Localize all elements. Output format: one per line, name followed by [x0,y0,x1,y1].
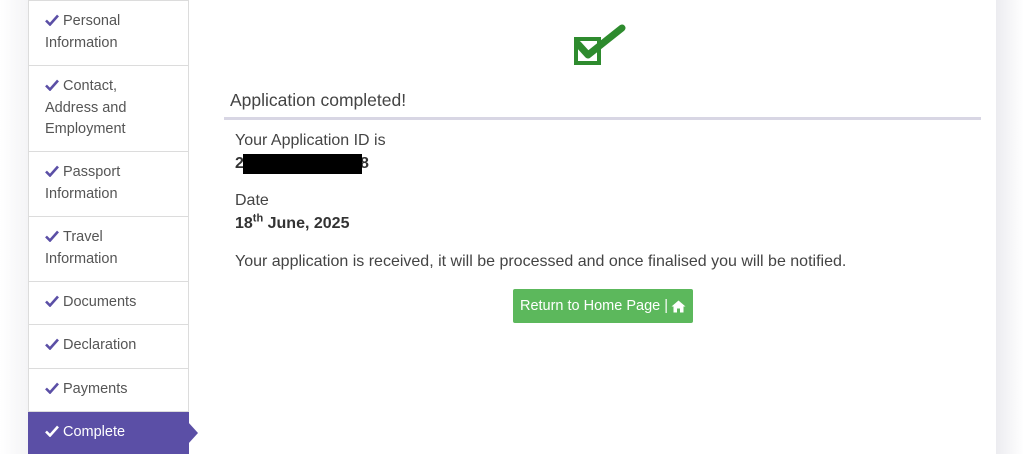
application-container: Personal Information Contact, Address an… [28,0,996,454]
steps-sidebar: Personal Information Contact, Address an… [28,0,198,454]
page-margin-right [996,0,1024,454]
step-label: Complete [63,424,126,440]
step-label: Travel [63,229,103,245]
step-label: Address and [45,99,127,116]
step-label: Information [45,250,118,267]
step-label: Employment [45,121,126,137]
check-icon [45,79,59,91]
return-home-button[interactable]: Return to Home Page | [513,289,693,323]
step-label: Payments [63,381,128,397]
sidebar-step-payments[interactable]: Payments [28,369,189,412]
sidebar-step-declaration[interactable]: Declaration [28,325,189,369]
check-icon [45,425,59,437]
page-title: Application completed! [230,90,407,110]
completion-panel: Application completed! Your Application … [224,0,981,454]
sidebar-step-travel-information[interactable]: Travel Information [28,217,189,282]
check-icon [45,14,59,26]
check-icon [45,230,59,242]
return-home-label: Return to Home Page | [519,298,669,314]
check-icon [45,165,59,177]
check-icon [45,338,59,350]
confirmation-message: Your application is received, it will be… [235,253,847,270]
date-month-year: June, 2025 [263,215,350,232]
step-label: Documents [63,294,137,310]
home-icon [671,300,686,312]
date-day: 18 [235,215,253,232]
green-checkmark-icon [574,24,626,65]
sidebar-step-passport-information[interactable]: Passport Information [28,152,189,217]
sidebar-step-personal-information[interactable]: Personal Information [28,0,189,66]
page-margin-left [0,0,28,454]
application-date: 18th June, 2025 [235,212,350,233]
date-suffix: th [252,212,264,225]
redacted-application-id [243,154,362,174]
step-label: Passport [63,164,121,180]
sidebar-step-documents[interactable]: Documents [28,282,189,325]
step-label: Information [45,34,118,51]
step-label: Contact, [63,78,117,94]
check-icon [45,382,59,394]
date-label: Date [235,192,269,209]
step-label: Information [45,185,118,202]
sidebar-step-contact-address-employment[interactable]: Contact, Address and Employment [28,66,189,152]
sidebar-step-complete[interactable]: Complete [28,412,198,454]
application-id-label: Your Application ID is [235,132,386,149]
step-label: Declaration [63,337,137,353]
check-icon [45,295,59,307]
step-label: Personal [63,13,121,29]
heading-divider [224,117,981,120]
